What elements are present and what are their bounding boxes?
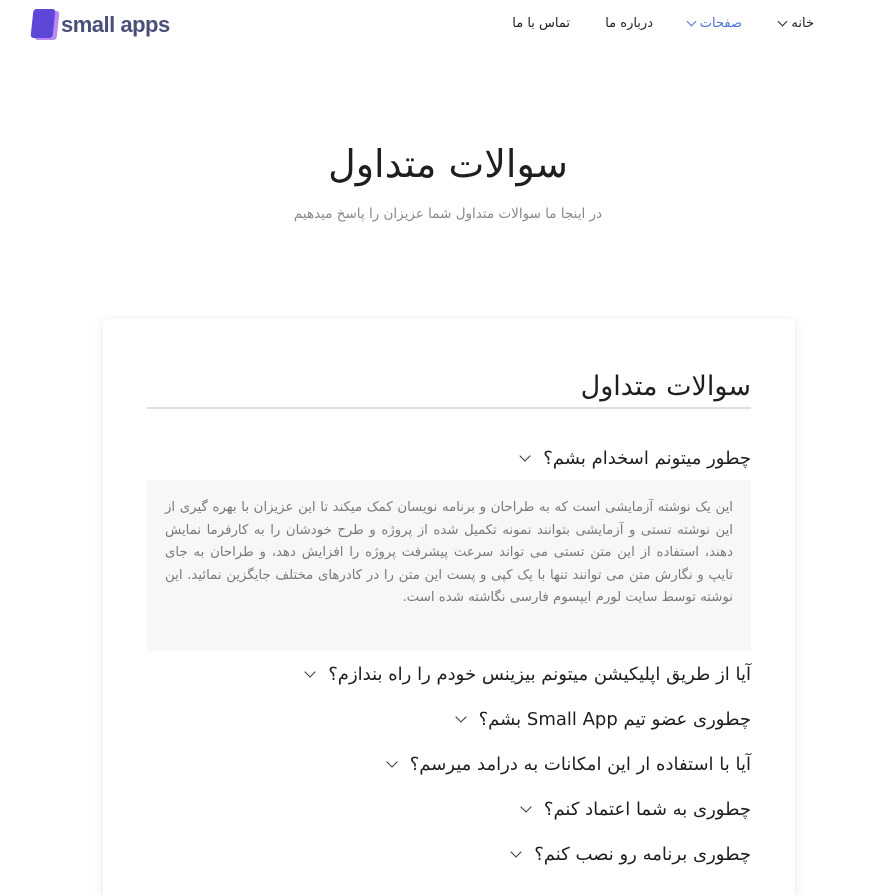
chevron-down-icon (520, 800, 532, 813)
faq-title: سوالات متداول (580, 371, 751, 402)
faq-question-text: چطور میتونم اسخدام بشم؟ (543, 447, 751, 469)
faq-question-text: آیا از طریق اپلیکیشن میتونم بیزینس خودم … (328, 663, 751, 685)
chevron-down-icon (686, 16, 697, 27)
faq-question[interactable]: چطور میتونم اسخدام بشم؟ (147, 445, 751, 471)
nav-item-home[interactable]: خانه (777, 16, 814, 31)
nav-contact-label: تماس با ما (512, 16, 570, 31)
nav-about-label: درباره ما (605, 16, 653, 31)
chevron-down-icon (386, 755, 398, 768)
faq-answer: این یک نوشته آزمایشی است که به طراحان و … (147, 480, 751, 651)
faq-question[interactable]: چطوری برنامه رو نصب کنم؟ (147, 841, 751, 867)
faq-question-text: چطوری عضو تیم Small App بشم؟ (478, 708, 751, 730)
nav-item-about[interactable]: درباره ما (605, 16, 653, 31)
site-header: small apps خانه صفحات درباره ما تماس با … (0, 0, 896, 52)
faq-question[interactable]: آیا از طریق اپلیکیشن میتونم بیزینس خودم … (147, 661, 751, 687)
faq-question[interactable]: چطوری عضو تیم Small App بشم؟ (147, 706, 751, 732)
faq-question[interactable]: چطوری به شما اعتماد کنم؟ (147, 796, 751, 822)
main-nav: خانه صفحات درباره ما تماس با ما (0, 16, 896, 36)
faq-card: سوالات متداول چطور میتونم اسخدام بشم؟ ای… (103, 319, 795, 895)
chevron-down-icon (510, 845, 522, 858)
chevron-down-icon (304, 665, 316, 678)
chevron-down-icon (519, 449, 531, 462)
divider (147, 407, 751, 409)
faq-question-text: آیا با استفاده ار این امکانات به درامد م… (409, 753, 751, 775)
chevron-down-icon (777, 16, 788, 27)
faq-question[interactable]: آیا با استفاده ار این امکانات به درامد م… (147, 751, 751, 777)
page-title: سوالات متداول (328, 142, 568, 186)
nav-pages-label: صفحات (699, 16, 742, 31)
nav-item-contact[interactable]: تماس با ما (512, 16, 570, 31)
faq-question-text: چطوری به شما اعتماد کنم؟ (543, 798, 751, 820)
faq-question-text: چطوری برنامه رو نصب کنم؟ (534, 843, 751, 865)
chevron-down-icon (454, 710, 467, 723)
nav-home-label: خانه (791, 16, 814, 31)
page-subtitle: در اینجا ما سوالات متداول شما عزیزان را … (293, 206, 603, 222)
nav-item-pages[interactable]: صفحات (686, 16, 742, 31)
